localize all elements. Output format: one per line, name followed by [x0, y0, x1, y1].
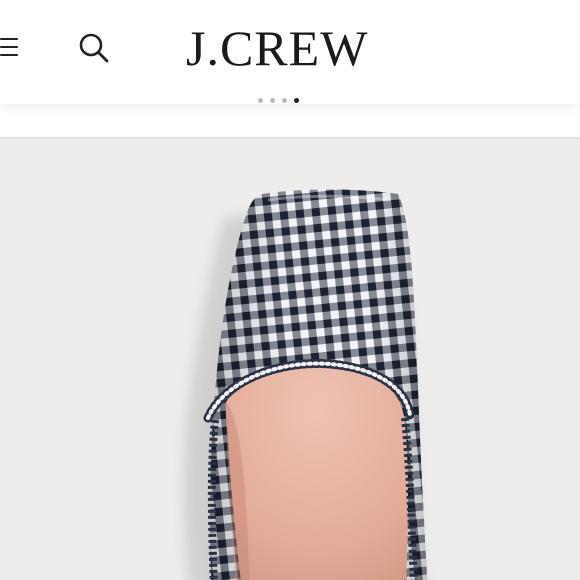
brand-logo[interactable]: J.CREW	[186, 18, 416, 78]
carousel-dot[interactable]	[270, 98, 275, 103]
search-icon[interactable]	[74, 28, 114, 68]
site-header: J.CREW	[0, 0, 580, 104]
hamburger-menu-icon[interactable]	[0, 36, 20, 58]
product-page: J.CREW	[0, 0, 580, 580]
carousel-dot[interactable]	[258, 98, 263, 103]
product-image-area	[0, 139, 580, 580]
gingham-shoe-image[interactable]	[0, 139, 580, 580]
carousel-dot[interactable]	[282, 98, 287, 103]
carousel-dot-active[interactable]	[294, 98, 299, 103]
carousel-indicator	[258, 98, 299, 108]
